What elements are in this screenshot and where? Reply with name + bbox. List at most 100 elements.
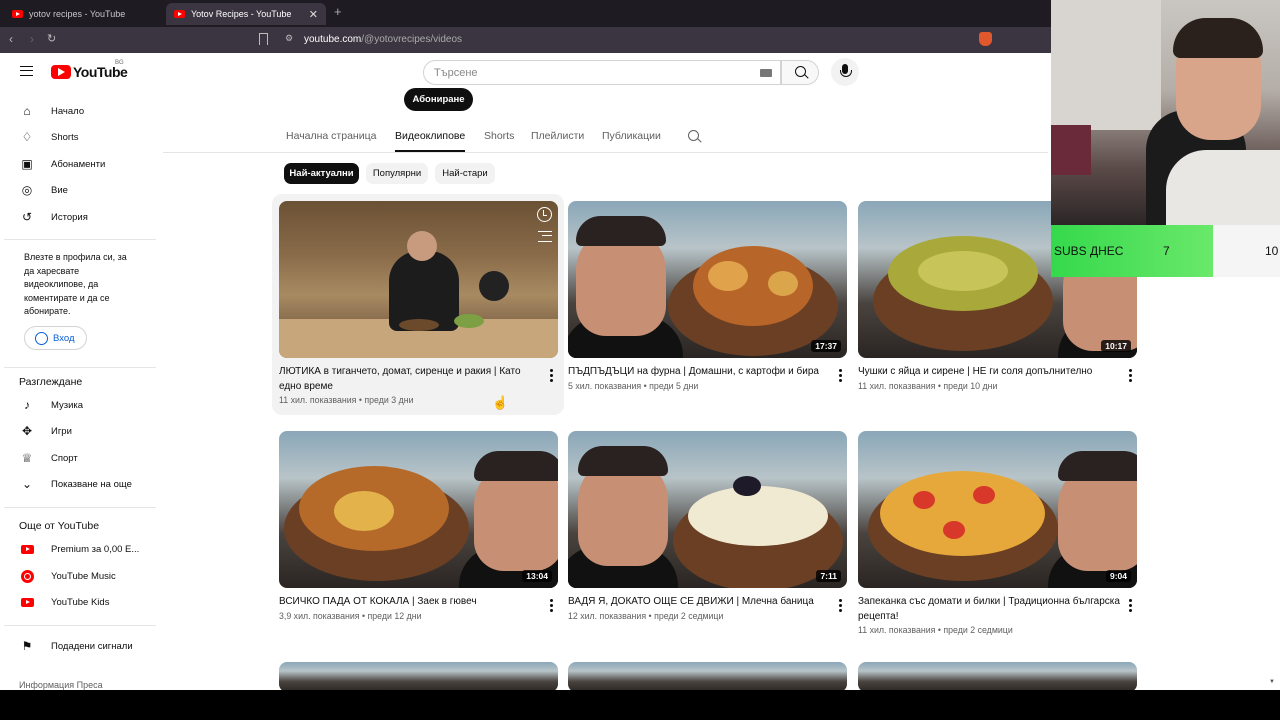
video-card[interactable]: 13:04 ВСИЧКО ПАДА ОТ КОКАЛА | Заек в гюв… (279, 431, 558, 621)
youtube-logo[interactable]: YouTube BG (51, 60, 128, 80)
search-placeholder: Търсене (434, 66, 478, 79)
sidebar-item-music[interactable]: ♪ Музика (0, 392, 156, 418)
sidebar-item-youtube-music[interactable]: YouTube Music (0, 563, 156, 589)
browser-tab-active[interactable]: Yotov Recipes - YouTube ✕ (166, 3, 326, 25)
sidebar-item-shorts[interactable]: ♢ Shorts (0, 124, 156, 150)
watch-later-icon[interactable] (537, 207, 552, 222)
tab-title: yotov recipes - YouTube (29, 9, 126, 19)
divider (4, 507, 156, 508)
sidebar-item-gaming[interactable]: ✥ Игри (0, 418, 156, 444)
chip-popular[interactable]: Популярни (366, 163, 428, 184)
more-options-icon[interactable] (550, 369, 553, 382)
sidebar-item-premium[interactable]: Premium за 0,00 Е... (0, 536, 156, 562)
browser-tab[interactable]: yotov recipes - YouTube (4, 3, 164, 25)
tab-shorts[interactable]: Shorts (484, 130, 514, 142)
video-card[interactable]: 7:11 ВАДЯ Я, ДОКАТО ОЩЕ СЕ ДВИЖИ | Млечн… (568, 431, 847, 621)
forward-icon[interactable]: › (30, 32, 34, 46)
video-age: преди 10 дни (943, 380, 998, 391)
video-thumbnail[interactable]: 7:11 (568, 431, 847, 588)
video-thumbnail[interactable] (568, 662, 847, 690)
tab-posts[interactable]: Публикации (602, 130, 661, 142)
sidebar-item-reports[interactable]: ⚑ Подадени сигнали (0, 633, 156, 659)
screen: yotov recipes - YouTube Yotov Recipes - … (0, 0, 1280, 720)
more-options-icon[interactable] (550, 599, 553, 612)
subscribe-button[interactable]: Абониране (404, 88, 473, 111)
youtube-music-icon (20, 569, 34, 583)
voice-search-button[interactable] (831, 58, 859, 86)
video-views: 5 хил. показвания (568, 380, 642, 391)
video-title[interactable]: ВАДЯ Я, ДОКАТО ОЩЕ СЕ ДВИЖИ | Млечна бан… (568, 595, 830, 610)
channel-tabs: Начална страница Видеоклипове Shorts Пле… (163, 123, 1048, 153)
channel-search-icon[interactable] (688, 130, 699, 141)
more-options-icon[interactable] (1129, 369, 1132, 382)
sidebar-item-label: Premium за 0,00 Е... (51, 543, 140, 555)
youtube-kids-icon (20, 595, 34, 609)
close-tab-icon[interactable]: ✕ (309, 8, 318, 21)
video-title[interactable]: Чушки с яйца и сирене | НЕ ги соля допъл… (858, 365, 1120, 380)
video-title[interactable]: ПЪДПЪДЪЦИ на фурна | Домашни, с картофи … (568, 365, 830, 380)
more-options-icon[interactable] (839, 599, 842, 612)
sidebar-item-you[interactable]: ◎ Вие (0, 177, 156, 203)
music-icon: ♪ (24, 398, 30, 412)
gaming-icon: ✥ (21, 424, 33, 438)
signin-button[interactable]: Вход (24, 326, 87, 350)
scroll-down-icon[interactable]: ▼ (1269, 679, 1275, 685)
back-icon[interactable]: ‹ (9, 32, 13, 46)
sidebar-item-label: Игри (51, 425, 72, 437)
video-card[interactable]: ЛЮТИКА в тиганчето, домат, сиренце и рак… (279, 201, 558, 405)
account-icon (35, 331, 48, 345)
tab-playlists[interactable]: Плейлисти (531, 130, 584, 142)
keyboard-icon[interactable] (760, 69, 772, 77)
video-thumbnail[interactable]: 17:37 (568, 201, 847, 358)
video-title[interactable]: ВСИЧКО ПАДА ОТ КОКАЛА | Заек в гювеч (279, 595, 541, 610)
video-duration: 13:04 (522, 570, 552, 582)
video-title[interactable]: Запеканка със домати и билки | Традицион… (858, 595, 1120, 624)
search-input[interactable]: Търсене (423, 60, 781, 85)
video-thumbnail[interactable] (858, 662, 1137, 690)
url-domain: youtube.com (304, 34, 362, 45)
bookmark-icon[interactable] (259, 33, 268, 45)
video-views: 11 хил. показвания (858, 380, 936, 391)
country-code: BG (115, 60, 124, 66)
more-options-icon[interactable] (839, 369, 842, 382)
sidebar-item-sports[interactable]: ♕ Спорт (0, 445, 156, 471)
sidebar-item-label: Спорт (51, 452, 78, 464)
search-button[interactable] (781, 60, 819, 85)
sidebar-item-label: Показване на още (51, 478, 132, 490)
video-card[interactable]: 17:37 ПЪДПЪДЪЦИ на фурна | Домашни, с ка… (568, 201, 847, 391)
chevron-down-icon: ⌄ (21, 477, 33, 491)
video-card[interactable]: 9:04 Запеканка със домати и билки | Трад… (858, 431, 1137, 635)
search-icon (795, 66, 806, 77)
sidebar-footer[interactable]: Информация Преса (19, 680, 103, 690)
video-thumbnail[interactable]: 9:04 (858, 431, 1137, 588)
menu-icon[interactable] (20, 66, 33, 76)
add-to-queue-icon[interactable] (538, 231, 552, 242)
sidebar-item-youtube-kids[interactable]: YouTube Kids (0, 589, 156, 615)
tab-home[interactable]: Начална страница (286, 130, 376, 142)
webcam-overlay (1051, 0, 1280, 225)
video-duration: 7:11 (816, 570, 841, 582)
sidebar-item-label: Shorts (51, 131, 79, 143)
video-thumbnail[interactable] (279, 201, 558, 358)
video-title[interactable]: ЛЮТИКА в тиганчето, домат, сиренце и рак… (279, 365, 541, 394)
sidebar-item-label: Абонаменти (51, 158, 106, 170)
chip-latest[interactable]: Най-актуални (284, 163, 359, 184)
sidebar-item-show-more[interactable]: ⌄ Показване на още (0, 471, 156, 497)
chip-oldest[interactable]: Най-стари (435, 163, 495, 184)
more-options-icon[interactable] (1129, 599, 1132, 612)
new-tab-icon[interactable]: + (334, 4, 342, 19)
video-thumbnail[interactable] (279, 662, 558, 690)
video-age: преди 5 дни (649, 380, 699, 391)
sidebar-item-subscriptions[interactable]: ▣ Абонаменти (0, 151, 156, 177)
sidebar-item-history[interactable]: ↺ История (0, 204, 156, 230)
tab-videos[interactable]: Видеоклипове (395, 130, 466, 152)
site-settings-icon[interactable]: ⚙ (285, 33, 293, 44)
reload-icon[interactable]: ↻ (47, 32, 56, 45)
video-age: преди 2 седмици (943, 625, 1013, 635)
sidebar-item-home[interactable]: ⌂ Начало (0, 98, 156, 124)
video-views: 11 хил. показвания (858, 625, 936, 635)
video-thumbnail[interactable]: 13:04 (279, 431, 558, 588)
extension-shield-icon[interactable] (979, 32, 992, 46)
url-field[interactable]: youtube.com/@yotovrecipes/videos (304, 34, 462, 45)
trophy-icon: ♕ (21, 451, 33, 465)
